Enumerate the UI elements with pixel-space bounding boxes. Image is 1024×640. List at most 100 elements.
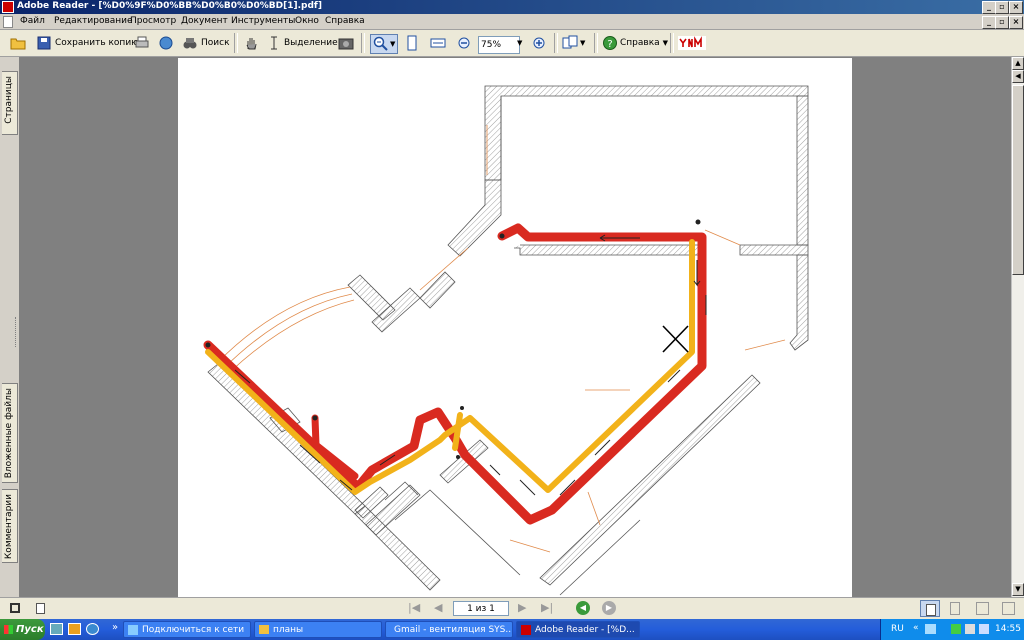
continuous-facing-layout-button[interactable] bbox=[1002, 602, 1015, 615]
fit-width-button[interactable] bbox=[430, 34, 446, 52]
toolbar-separator bbox=[670, 33, 674, 53]
quick-launch-more-icon[interactable]: » bbox=[112, 622, 118, 633]
tab-attachments[interactable]: Вложенные файлы bbox=[2, 383, 18, 483]
globe-mail-icon bbox=[159, 36, 173, 50]
network-icon bbox=[128, 624, 138, 635]
save-copy-button[interactable]: Сохранить копию bbox=[36, 34, 139, 52]
page-number-field[interactable]: 1 из 1 bbox=[453, 601, 509, 616]
menu-file[interactable]: Файл bbox=[20, 16, 45, 26]
close-button[interactable]: × bbox=[1009, 1, 1023, 14]
folder-open-icon bbox=[10, 38, 26, 50]
navigation-panel: Страницы Вложенные файлы Комментарии bbox=[0, 57, 20, 597]
scroll-down-button[interactable]: ▼ bbox=[1012, 583, 1024, 596]
zoom-field[interactable]: 75% bbox=[478, 36, 520, 54]
fit-width-icon bbox=[430, 38, 446, 48]
show-desktop-icon[interactable] bbox=[50, 623, 63, 635]
zoom-in-button[interactable] bbox=[531, 34, 547, 52]
maximize-button[interactable]: ▫ bbox=[995, 1, 1009, 14]
doc-restore-button[interactable]: ▫ bbox=[995, 16, 1009, 29]
zoom-dropdown-button[interactable]: ▼ bbox=[517, 34, 522, 52]
search-label: Поиск bbox=[201, 38, 230, 48]
single-page-layout-button[interactable] bbox=[920, 600, 940, 617]
zoom-out-button[interactable] bbox=[456, 34, 472, 52]
volume-tray-icon[interactable] bbox=[965, 624, 975, 634]
snapshot-button[interactable] bbox=[338, 34, 354, 52]
panel-resize-grip[interactable] bbox=[15, 317, 19, 347]
security-tray-icon[interactable] bbox=[951, 624, 961, 634]
fit-page-button[interactable] bbox=[404, 34, 420, 52]
hand-tool-button[interactable] bbox=[243, 34, 259, 52]
pdf-page bbox=[178, 58, 852, 597]
printer-icon bbox=[135, 36, 149, 48]
single-page-icon bbox=[926, 604, 936, 616]
split-view-icon[interactable] bbox=[10, 603, 20, 613]
menu-help[interactable]: Справка bbox=[325, 16, 365, 26]
panel-toggle-button[interactable]: ◀ bbox=[1012, 70, 1024, 83]
taskbar-item-label: Gmail - вентиляция SYS... bbox=[394, 624, 513, 635]
chevron-down-icon: ▼ bbox=[662, 39, 669, 47]
yahoo-toolbar-button[interactable] bbox=[678, 34, 706, 52]
scroll-thumb[interactable] bbox=[1012, 85, 1024, 275]
pages-icon bbox=[562, 35, 578, 49]
continuous-layout-button[interactable] bbox=[950, 602, 960, 615]
hand-icon bbox=[246, 38, 257, 50]
start-label: Пуск bbox=[16, 624, 44, 635]
page-size-icon[interactable] bbox=[36, 603, 45, 614]
zoom-tool-button[interactable]: ▼ bbox=[370, 34, 399, 54]
menu-view[interactable]: Просмотр bbox=[130, 16, 176, 26]
network-tray-icon[interactable] bbox=[925, 624, 936, 634]
taskbar-item-plans[interactable]: планы bbox=[254, 621, 382, 638]
menu-edit[interactable]: Редактирование bbox=[54, 16, 133, 26]
walls bbox=[207, 85, 809, 591]
internet-explorer-icon[interactable] bbox=[86, 623, 99, 635]
language-indicator[interactable]: RU bbox=[891, 624, 904, 634]
email-button[interactable] bbox=[158, 34, 174, 52]
vertical-scrollbar[interactable]: ▲ ◀ ▼ bbox=[1011, 57, 1024, 597]
binoculars-icon bbox=[183, 38, 197, 49]
taskbar: Пуск » Подключиться к сети планы Gmail -… bbox=[0, 619, 1024, 640]
select-label: Выделение bbox=[284, 38, 338, 48]
minimize-button[interactable]: _ bbox=[982, 1, 996, 14]
help-label: Справка bbox=[620, 38, 660, 48]
media-player-icon[interactable] bbox=[68, 623, 81, 635]
menu-document[interactable]: Документ bbox=[181, 16, 228, 26]
go-back-button[interactable]: ◀ bbox=[576, 601, 590, 615]
monitor-tray-icon[interactable] bbox=[979, 624, 989, 634]
menu-window[interactable]: Окно bbox=[295, 16, 319, 26]
previous-page-button[interactable]: ◀ bbox=[434, 601, 442, 614]
doc-minimize-button[interactable]: _ bbox=[982, 16, 996, 29]
folder-icon bbox=[259, 625, 269, 634]
select-tool-button[interactable]: Выделение bbox=[266, 34, 338, 52]
search-button[interactable]: Поиск bbox=[182, 34, 230, 52]
taskbar-item-label: Подключиться к сети bbox=[142, 624, 245, 635]
zoom-out-magnifier-icon bbox=[373, 36, 388, 51]
text-cursor-icon bbox=[271, 36, 277, 50]
go-forward-button[interactable]: ▶ bbox=[602, 601, 616, 615]
clock[interactable]: 14:55 bbox=[995, 624, 1021, 634]
tray-expand-icon[interactable]: « bbox=[913, 623, 919, 633]
print-button[interactable] bbox=[134, 34, 150, 52]
next-page-button[interactable]: ▶ bbox=[518, 601, 526, 614]
status-bar: |◀ ◀ 1 из 1 ▶ ▶| ◀ ▶ bbox=[0, 597, 1024, 619]
help-button[interactable]: ? Справка ▼ bbox=[602, 34, 668, 52]
first-page-button[interactable]: |◀ bbox=[408, 601, 420, 614]
taskbar-item-network[interactable]: Подключиться к сети bbox=[123, 621, 251, 638]
tab-attachments-label: Вложенные файлы bbox=[4, 388, 14, 479]
last-page-button[interactable]: ▶| bbox=[541, 601, 553, 614]
tab-comments[interactable]: Комментарии bbox=[2, 489, 18, 563]
facing-layout-button[interactable] bbox=[976, 602, 989, 615]
toolbar-separator bbox=[554, 33, 558, 53]
start-button[interactable]: Пуск bbox=[0, 619, 45, 640]
scroll-up-button[interactable]: ▲ bbox=[1012, 57, 1024, 70]
window-title-bar[interactable]: Adobe Reader - [%D0%9F%D0%BB%D0%B0%D0%BD… bbox=[0, 0, 1024, 14]
window-title: Adobe Reader - [%D0%9F%D0%BB%D0%B0%D0%BD… bbox=[17, 1, 322, 11]
rotate-view-button[interactable]: ▼ bbox=[562, 34, 585, 52]
svg-text:?: ? bbox=[607, 39, 612, 50]
adobe-reader-icon bbox=[521, 624, 531, 635]
tab-pages[interactable]: Страницы bbox=[2, 71, 18, 135]
doc-close-button[interactable]: × bbox=[1009, 16, 1023, 29]
taskbar-item-adobe-reader[interactable]: Adobe Reader - [%D... bbox=[516, 621, 640, 638]
open-button[interactable] bbox=[10, 34, 26, 52]
taskbar-item-gmail[interactable]: Gmail - вентиляция SYS... bbox=[385, 621, 513, 638]
menu-tools[interactable]: Инструменты bbox=[231, 16, 295, 26]
